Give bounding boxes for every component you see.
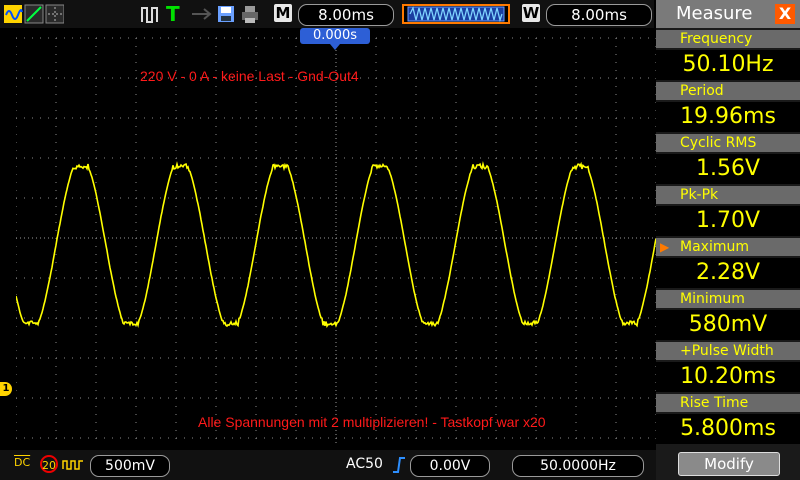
measure-label-maximum-text: Maximum (680, 239, 749, 255)
timebase-value[interactable]: 8.00ms (298, 4, 394, 26)
window-timebase-value[interactable]: 8.00ms (546, 4, 652, 26)
measure-label-pk-pk[interactable]: Pk-Pk (656, 186, 800, 204)
volts-per-div[interactable]: 500mV (90, 455, 170, 477)
save-disk-icon[interactable] (216, 4, 236, 24)
trigger-mode[interactable]: AC50 (346, 456, 383, 472)
bottom-status-bar: DC 20 500mV AC50 0.00V 50.0000Hz (0, 450, 656, 480)
measure-value-pulse-width: 10.20ms (656, 362, 800, 392)
timebase-mode-button[interactable]: M (274, 4, 292, 22)
measure-label-frequency[interactable]: Frequency (656, 30, 800, 48)
measure-label-minimum[interactable]: Minimum (656, 290, 800, 308)
frequency-counter: 50.0000Hz (512, 455, 644, 477)
probe-factor-badge[interactable]: 20 (40, 455, 58, 473)
annotation-top: 220 V - 0 A - keine Last - Gnd-Out4 (140, 68, 359, 84)
measure-value-minimum: 580mV (656, 310, 800, 340)
top-toolbar: T M 8.00ms W 8.00ms (0, 0, 654, 28)
trigger-position-pointer-icon (330, 44, 340, 50)
trigger-status: T (166, 2, 180, 26)
measure-value-cyclic-rms: 1.56V (656, 154, 800, 184)
bandwidth-limit-icon[interactable] (62, 459, 84, 471)
trigger-level[interactable]: 0.00V (410, 455, 490, 477)
measure-label-pulse-width[interactable]: +Pulse Width (656, 342, 800, 360)
annotation-bottom: Alle Spannungen mit 2 multiplizieren! - … (198, 414, 546, 430)
memory-window-bar[interactable] (402, 4, 510, 24)
measure-label-maximum[interactable]: ▶ Maximum (656, 238, 800, 256)
display-mode-icons[interactable] (4, 4, 64, 24)
selected-arrow-icon: ▶ (660, 238, 669, 256)
measure-label-rise-time[interactable]: Rise Time (656, 394, 800, 412)
measure-panel: Measure X Frequency 50.10Hz Period 19.96… (656, 0, 800, 480)
measure-value-rise-time: 5.800ms (656, 414, 800, 444)
rising-edge-icon (392, 457, 406, 473)
trigger-position-label: 0.000s (300, 28, 370, 44)
window-mode-button[interactable]: W (522, 4, 540, 22)
measure-label-cyclic-rms[interactable]: Cyclic RMS (656, 134, 800, 152)
measure-value-maximum: 2.28V (656, 258, 800, 288)
close-button[interactable]: X (775, 4, 795, 24)
measure-title: Measure (676, 3, 753, 24)
oscilloscope-screen (16, 34, 656, 446)
modify-button[interactable]: Modify (678, 452, 780, 476)
printer-icon[interactable] (240, 4, 260, 24)
measure-value-period: 19.96ms (656, 102, 800, 132)
usb-icon (190, 4, 214, 24)
coupling-label[interactable]: DC (14, 456, 30, 469)
measure-value-pk-pk: 1.70V (656, 206, 800, 236)
measure-panel-header: Measure X (656, 0, 800, 28)
run-stop-waveform-icon[interactable] (140, 4, 160, 24)
channel-1-marker[interactable]: 1 (0, 382, 12, 396)
measure-label-period[interactable]: Period (656, 82, 800, 100)
measure-value-frequency: 50.10Hz (656, 50, 800, 80)
